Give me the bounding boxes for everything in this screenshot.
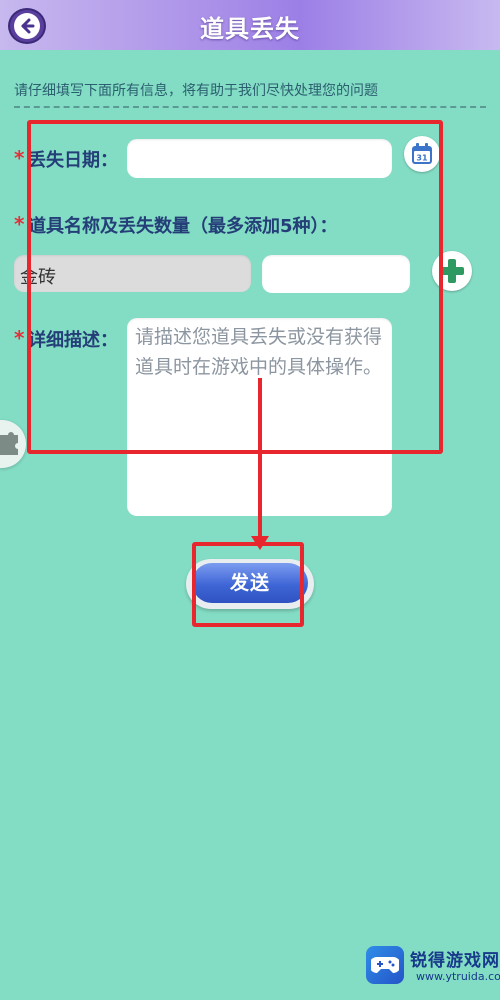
required-mark: * (14, 212, 25, 236)
form-notice: 请仔细填写下面所有信息，将有助于我们尽快处理您的问题 (14, 83, 378, 99)
annotation-highlight-send (192, 542, 304, 627)
annotation-highlight-form (27, 120, 443, 454)
watermark-brand: 锐得游戏网 (410, 951, 500, 971)
gamepad-icon (366, 946, 404, 984)
annotation-arrow (258, 378, 262, 538)
puzzle-icon (0, 432, 18, 455)
divider (14, 106, 486, 108)
page-title: 道具丢失 (200, 15, 300, 43)
side-tab[interactable] (0, 420, 26, 468)
required-mark: * (14, 146, 25, 170)
required-mark: * (14, 326, 25, 350)
watermark-url: www.ytruida.com (416, 970, 500, 983)
watermark: 锐得游戏网 www.ytruida.com (360, 940, 500, 1000)
header-bar: 道具丢失 (0, 0, 500, 50)
